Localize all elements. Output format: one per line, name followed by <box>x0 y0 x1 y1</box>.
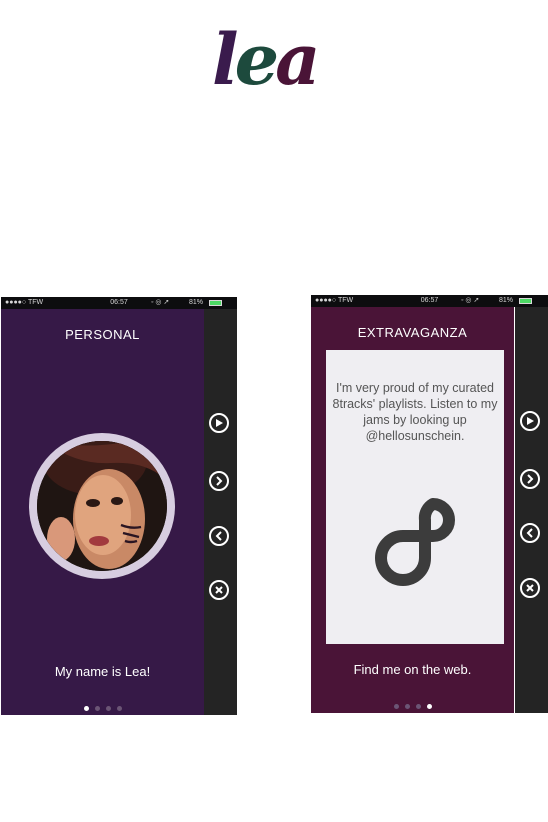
play-button[interactable] <box>209 413 229 433</box>
side-action-rail <box>515 295 548 713</box>
chevron-left-icon <box>526 528 533 538</box>
avatar <box>29 433 175 579</box>
chevron-left-icon <box>215 531 222 541</box>
page-dot[interactable] <box>116 706 122 711</box>
chevron-right-icon <box>216 476 223 486</box>
lea-logo: lea <box>212 18 342 102</box>
caption-text: My name is Lea! <box>54 664 151 679</box>
status-icons: ◦ ◎ ➚ <box>151 299 170 306</box>
logo-letter-l: l <box>212 18 239 101</box>
status-bar: ●●●●○ TFW 06:57 ◦ ◎ ➚ 81% <box>1 297 237 309</box>
close-icon <box>526 584 534 592</box>
profile-photo <box>37 441 167 571</box>
battery-icon <box>209 300 222 306</box>
page-dot[interactable] <box>83 706 89 711</box>
screen-personal: PERSONAL My name is Lea! <box>1 297 204 715</box>
status-icons: ◦ ◎ ➚ <box>461 297 480 304</box>
screen-title: EXTRAVAGANZA <box>357 325 468 340</box>
page-dot[interactable] <box>393 704 399 709</box>
play-icon <box>216 419 223 427</box>
status-bar: ●●●●○ TFW 06:57 ◦ ◎ ➚ 81% <box>311 295 548 307</box>
chevron-right-icon <box>527 474 534 484</box>
page-dot[interactable] <box>404 704 410 709</box>
play-button[interactable] <box>520 411 540 431</box>
screen-title: PERSONAL <box>65 327 140 342</box>
page-dot[interactable] <box>94 706 100 711</box>
battery-icon <box>519 298 532 304</box>
forward-button[interactable] <box>520 469 540 489</box>
phone-screenshot-extravaganza: EXTRAVAGANZA I'm very proud of my curate… <box>311 295 548 713</box>
close-button[interactable] <box>209 580 229 600</box>
battery-percent: 81% <box>189 299 204 306</box>
card-text: I'm very proud of my curated 8tracks' pl… <box>332 381 498 443</box>
info-card: I'm very proud of my curated 8tracks' pl… <box>326 350 504 644</box>
page-dot[interactable] <box>426 704 432 709</box>
logo-letter-e: e <box>234 18 280 101</box>
play-icon <box>527 417 534 425</box>
back-button[interactable] <box>209 526 229 546</box>
page-indicator <box>1 696 204 715</box>
page-dot[interactable] <box>105 706 111 711</box>
logo-letter-a: a <box>275 18 320 101</box>
side-action-rail <box>204 297 237 715</box>
screen-extravaganza: EXTRAVAGANZA I'm very proud of my curate… <box>311 295 514 713</box>
close-icon <box>215 586 223 594</box>
back-button[interactable] <box>520 523 540 543</box>
battery-percent: 81% <box>499 297 514 304</box>
page-dot[interactable] <box>415 704 421 709</box>
forward-button[interactable] <box>209 471 229 491</box>
8tracks-logo-icon <box>375 498 455 586</box>
close-button[interactable] <box>520 578 540 598</box>
caption-text: Find me on the web. <box>353 662 472 677</box>
phone-screenshot-personal: PERSONAL My name is Lea! ●●●●○ TFW 06:57… <box>1 297 237 715</box>
page-indicator <box>311 694 514 713</box>
